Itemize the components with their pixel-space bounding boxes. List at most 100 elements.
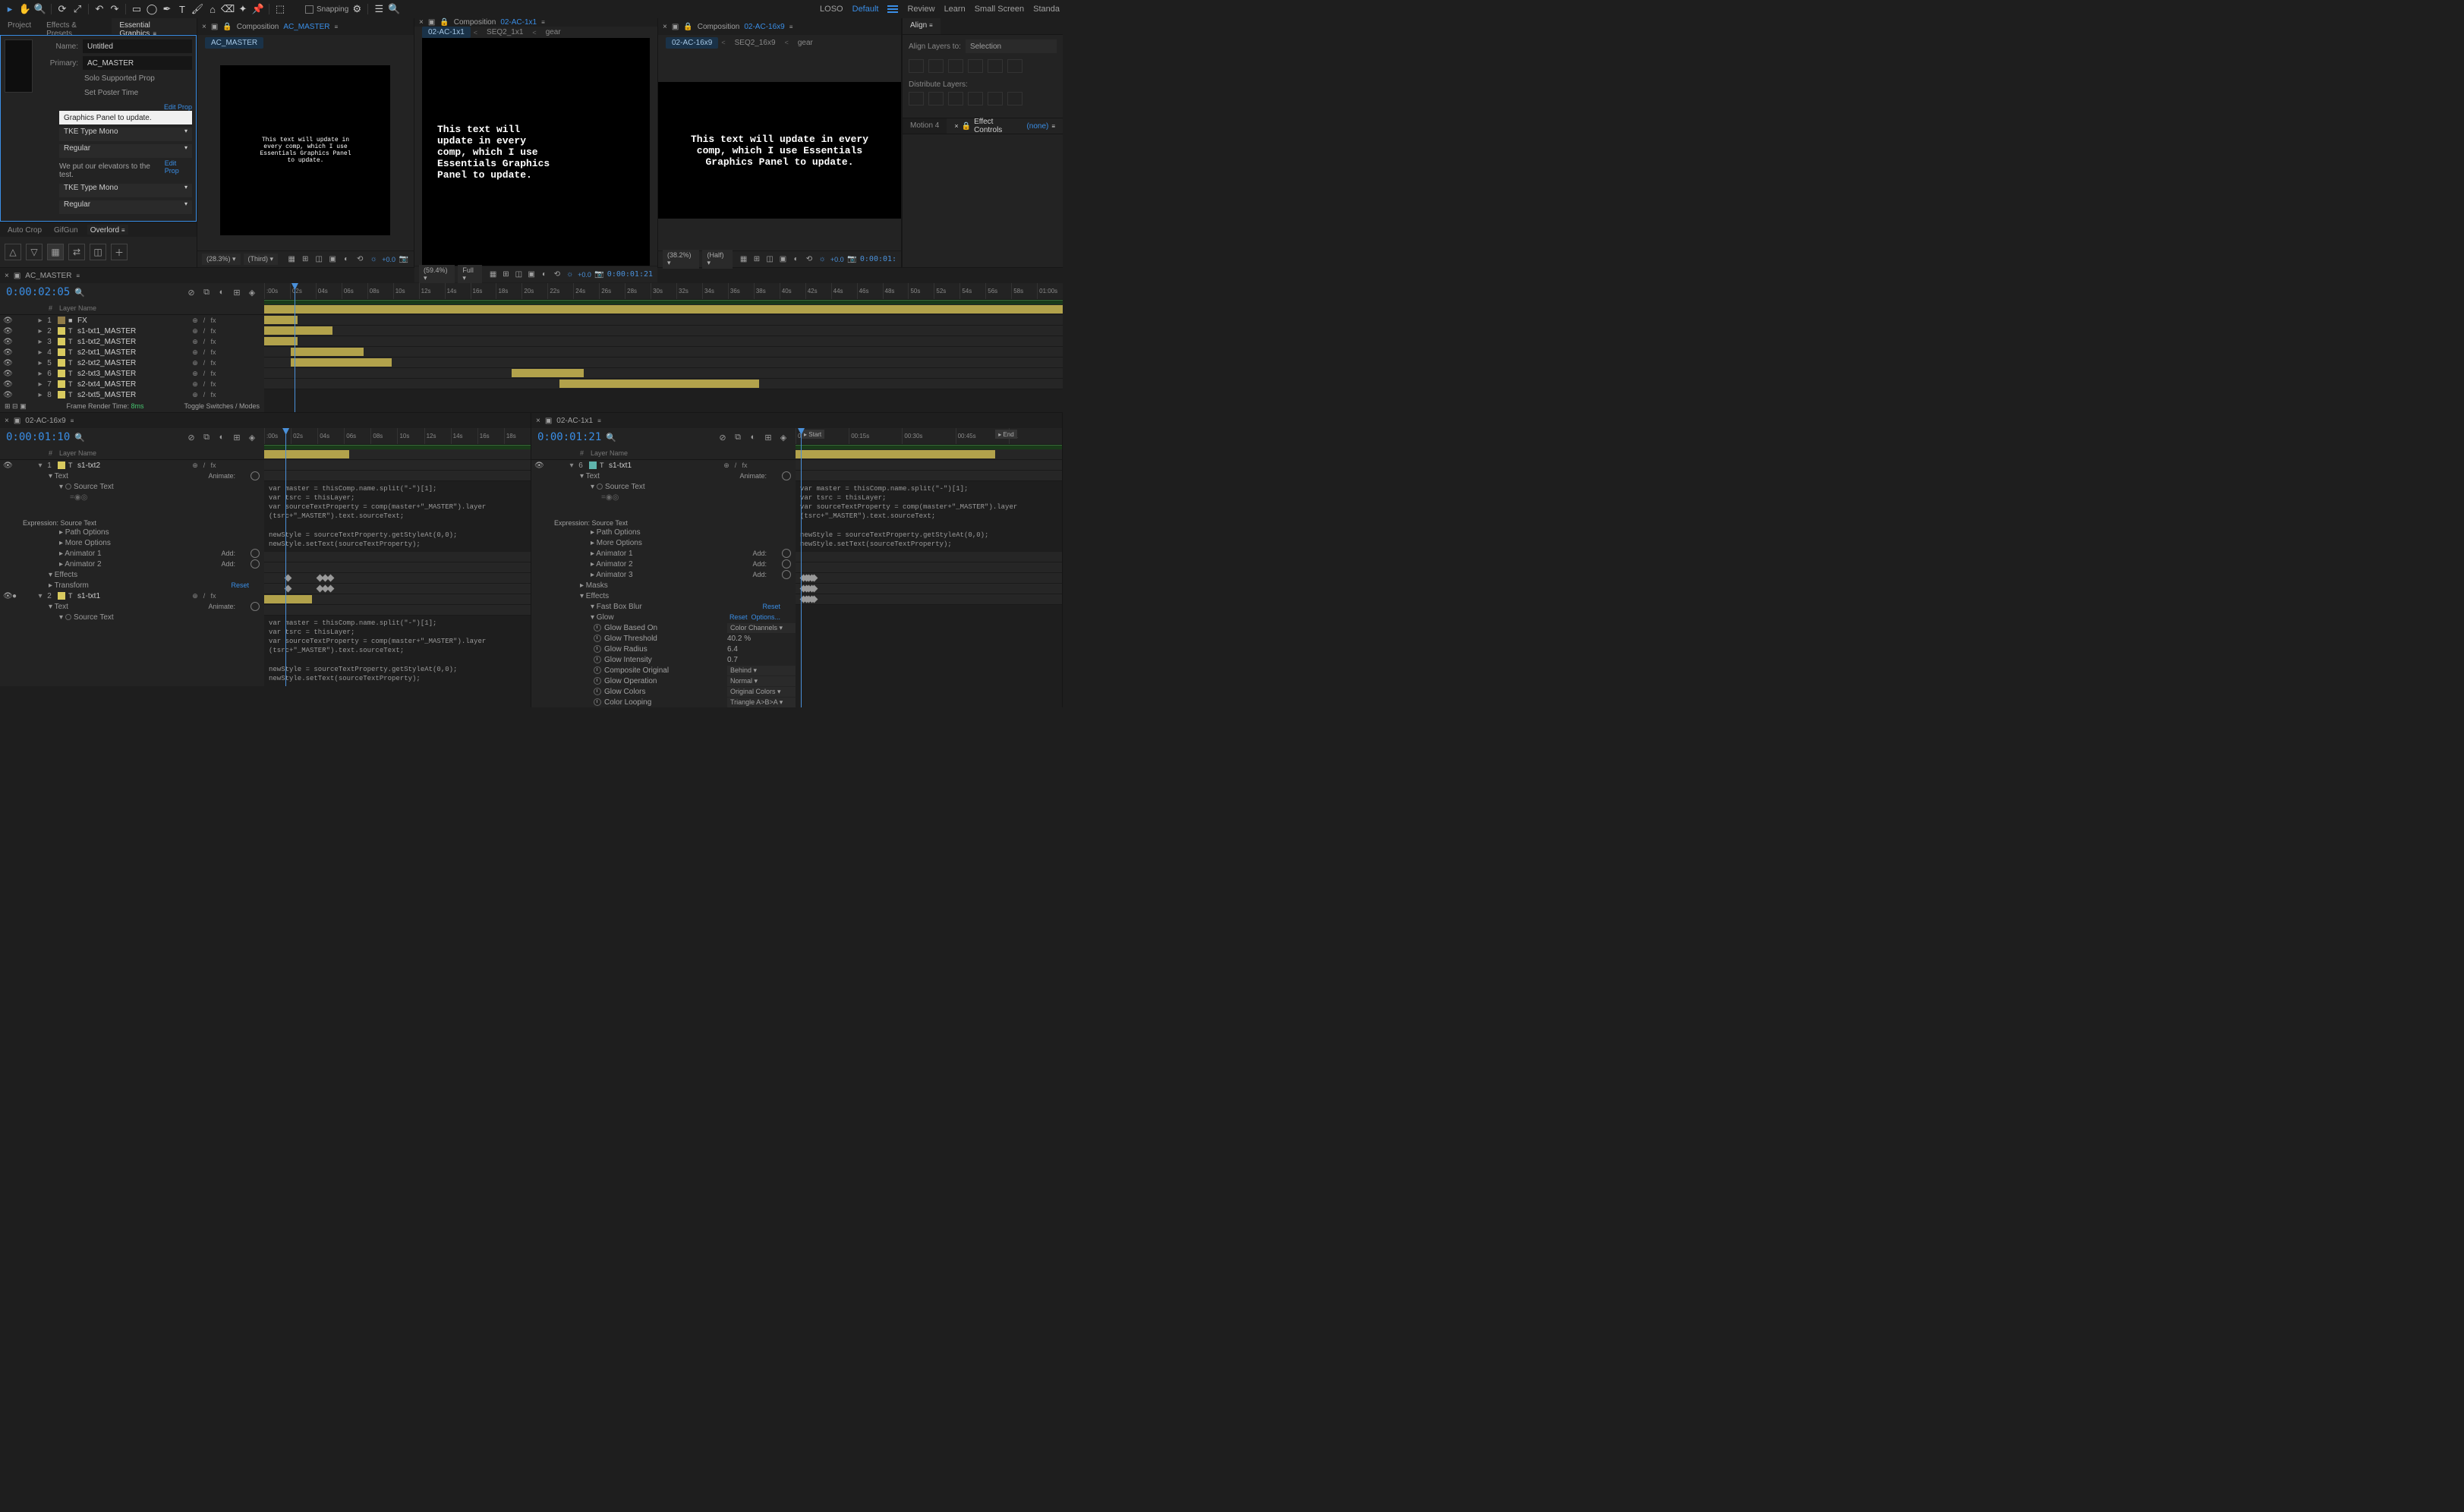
panel-menu-icon[interactable]: ≡	[789, 24, 793, 30]
fx-switch-icon[interactable]: fx	[210, 348, 217, 357]
layer-bar[interactable]	[264, 305, 1063, 313]
layer-track[interactable]	[264, 315, 1063, 326]
lock-icon[interactable]: 🔒	[683, 23, 692, 31]
hamburger-icon[interactable]	[887, 5, 898, 13]
audio-toggle-icon[interactable]	[12, 338, 19, 345]
add-button[interactable]	[782, 559, 791, 569]
close-icon[interactable]: ×	[954, 122, 958, 130]
shy-switch-icon[interactable]: ⊕	[191, 348, 199, 357]
shy-switch-icon[interactable]: ⊕	[191, 380, 199, 389]
expression-pickwhip-icon[interactable]: ◎	[613, 493, 619, 502]
shy-switch-icon[interactable]: ⊕	[191, 317, 199, 325]
region-icon[interactable]: ▣	[327, 254, 338, 265]
guides-icon[interactable]: ⊞	[300, 254, 310, 265]
layer-bar[interactable]	[264, 326, 332, 335]
dropdown[interactable]: Normal ▾	[727, 676, 796, 686]
expr-toggle[interactable]: = ◉ ◎	[0, 492, 264, 502]
prop-path-options[interactable]: ▸ Path Options	[0, 527, 264, 537]
layer-bar[interactable]	[291, 348, 364, 356]
set-poster-button[interactable]: Set Poster Time	[83, 87, 140, 99]
glow-prop[interactable]: Glow ColorsOriginal Colors ▾	[531, 686, 796, 697]
solo-toggle-icon[interactable]	[20, 317, 27, 324]
animate-button[interactable]	[782, 471, 791, 480]
fx-switch-icon[interactable]: fx	[210, 317, 217, 325]
layer-name[interactable]: s2-txt5_MASTER	[77, 391, 191, 399]
solo-toggle-icon[interactable]	[20, 380, 27, 388]
ruler-tick[interactable]: 36s	[728, 283, 754, 299]
solo-supported-button[interactable]: Solo Supported Prop	[83, 73, 156, 84]
tab-align[interactable]: Align ≡	[903, 18, 941, 34]
layer-name[interactable]: s2-txt2_MASTER	[77, 359, 191, 367]
ruler-tick[interactable]: 38s	[754, 283, 780, 299]
overlord-pull-icon[interactable]: ▽	[26, 244, 43, 260]
align-to-dropdown[interactable]: Selection	[966, 39, 1057, 53]
shy-icon[interactable]: ⊘	[185, 286, 197, 298]
lock-toggle-icon[interactable]	[30, 380, 36, 388]
zoom-dropdown[interactable]: (28.3%) ▾	[202, 254, 241, 265]
viewer-timecode[interactable]: 0:00:01:	[860, 255, 896, 263]
edit-prop-link-1[interactable]: Edit Prop	[164, 103, 192, 111]
layer-bar[interactable]	[559, 380, 759, 388]
label-color-icon[interactable]	[589, 461, 597, 469]
motion-blur-icon[interactable]: ◐	[216, 431, 228, 443]
ruler-tick[interactable]: 08s	[367, 283, 393, 299]
timecode[interactable]: 0:00:01:10	[6, 431, 70, 443]
local-axis-icon[interactable]: ⬚	[273, 2, 287, 16]
hand-tool-icon[interactable]: ✋	[18, 2, 32, 16]
layer-row[interactable]: 👁 ▾6 Ts1-txt1 ⊕/fx	[531, 460, 796, 471]
solo-toggle-icon[interactable]	[20, 348, 27, 356]
audio-toggle-icon[interactable]	[12, 391, 19, 398]
snapping-toggle[interactable]: Snapping	[305, 5, 348, 14]
graph-icon[interactable]: ⧉	[732, 431, 744, 443]
workspace-learn[interactable]: Learn	[944, 5, 966, 14]
ruler-tick[interactable]: 04s	[316, 283, 342, 299]
dropdown[interactable]: Color Channels ▾	[727, 623, 796, 633]
font-dropdown-1[interactable]: TKE Type Mono	[59, 128, 192, 141]
twirl-icon[interactable]: ▸	[36, 380, 44, 389]
video-toggle-icon[interactable]: 👁	[3, 391, 11, 398]
layer-track[interactable]	[264, 336, 1063, 347]
prop-fx[interactable]: ▾ Fast Box BlurReset	[531, 601, 796, 612]
ruler-tick[interactable]: 42s	[805, 283, 831, 299]
ellipse-tool-icon[interactable]: ◯	[145, 2, 159, 16]
stopwatch-icon[interactable]	[594, 666, 601, 674]
layer-track[interactable]	[796, 449, 1062, 460]
composition-viewport[interactable]: This text will update inevery comp, whic…	[197, 50, 414, 250]
twirl-icon[interactable]: ▸	[36, 348, 44, 357]
undo-icon[interactable]: ↶	[93, 2, 106, 16]
dropdown[interactable]: Behind ▾	[727, 666, 796, 676]
lock-toggle-icon[interactable]	[30, 359, 36, 367]
zoom-dropdown[interactable]: (38.2%) ▾	[663, 250, 699, 269]
resolution-dropdown[interactable]: Full ▾	[458, 265, 482, 284]
solo-toggle-icon[interactable]	[20, 327, 27, 335]
prop-animator[interactable]: ▸ Animator 1Add:	[0, 548, 264, 559]
label-color-icon[interactable]	[58, 370, 65, 377]
ruler-tick[interactable]: 16s	[477, 428, 504, 444]
layer-row[interactable]: 👁 ▸ 7 T s2-txt4_MASTER ⊕ / fx	[0, 379, 264, 389]
ruler-tick[interactable]: 06s	[342, 283, 367, 299]
video-toggle-icon[interactable]: 👁	[3, 327, 11, 335]
stopwatch-icon[interactable]	[594, 688, 601, 695]
fx-switch-icon[interactable]: fx	[210, 338, 217, 346]
lock-toggle-icon[interactable]	[30, 338, 36, 345]
layer-track[interactable]	[264, 368, 1063, 379]
shy-icon[interactable]: ⊘	[185, 431, 197, 443]
timecode[interactable]: 0:00:01:21	[537, 431, 601, 443]
tab-essential-graphics[interactable]: Essential Graphics≡	[112, 18, 197, 34]
snapshot-icon[interactable]: 📷	[847, 254, 857, 265]
fx-switch-icon[interactable]: fx	[210, 327, 217, 335]
add-button[interactable]	[250, 559, 260, 569]
ruler-tick[interactable]: 14s	[451, 428, 477, 444]
layer-row[interactable]: 👁● ▾2 T s1-txt1⊕/fx	[0, 591, 264, 601]
align-vcenter-icon[interactable]	[988, 59, 1003, 73]
dropdown[interactable]: Triangle A>B>A ▾	[727, 698, 796, 707]
eg-name-input[interactable]	[83, 39, 192, 53]
prop-more-options[interactable]: ▸ More Options	[0, 537, 264, 548]
layer-name[interactable]: s2-txt1_MASTER	[77, 348, 191, 357]
search-icon[interactable]: 🔍	[74, 433, 85, 443]
close-icon[interactable]: ×	[5, 272, 9, 280]
solo-toggle-icon[interactable]	[20, 359, 27, 367]
reset-exp-icon[interactable]: ⟲	[354, 254, 365, 265]
search-icon[interactable]: 🔍	[606, 433, 616, 443]
expression-pickwhip-icon[interactable]: ◎	[81, 493, 88, 502]
